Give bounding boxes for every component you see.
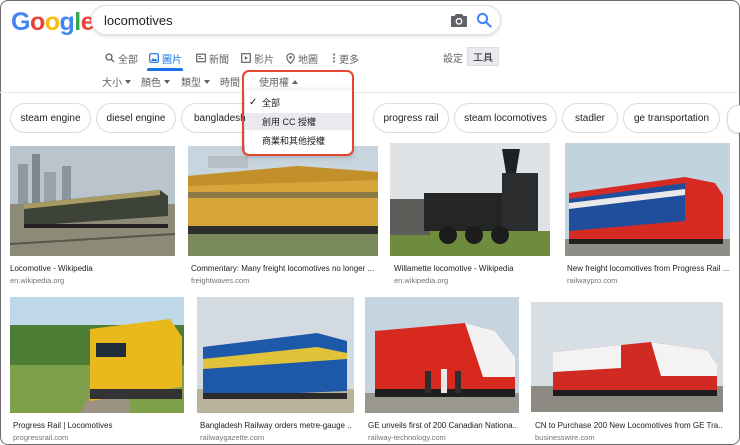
chip-steam-locomotives[interactable]: steam locomotives <box>454 103 557 133</box>
filter-size[interactable]: 大小 <box>102 74 131 89</box>
active-tab-indicator <box>147 68 183 71</box>
menu-item-all[interactable]: ✓ 全部 <box>245 94 352 111</box>
caret-down-icon <box>204 79 210 84</box>
tab-label: 圖片 <box>162 54 182 66</box>
filter-time[interactable]: 時間 <box>220 74 240 89</box>
filter-label: 時間 <box>220 78 240 89</box>
check-icon: ✓ <box>249 97 258 108</box>
header-divider <box>0 92 738 93</box>
tab-label: 影片 <box>254 54 274 66</box>
result-image[interactable] <box>10 297 184 413</box>
map-pin-icon <box>286 52 295 64</box>
tab-label: 更多 <box>339 54 359 66</box>
result-image[interactable] <box>188 146 378 256</box>
result-image[interactable] <box>531 302 723 412</box>
chip-progress-rail[interactable]: progress rail <box>373 103 449 133</box>
filter-label: 大小 <box>102 78 122 89</box>
result-source: en.wikipedia.org <box>10 276 65 285</box>
tab-all[interactable]: 全部 <box>105 50 138 66</box>
chip-ge-transportation[interactable]: ge transportation <box>623 103 720 133</box>
news-icon <box>196 53 206 63</box>
result-source: progressrail.com <box>13 433 69 442</box>
tab-more[interactable]: 更多 <box>332 50 359 66</box>
search-small-icon <box>105 53 115 63</box>
filter-color[interactable]: 顏色 <box>141 74 170 89</box>
menu-item-creative-commons[interactable]: 創用 CC 授權 <box>245 113 352 130</box>
chip-diesel-engine[interactable]: diesel engine <box>96 103 176 133</box>
usage-rights-menu: ✓ 全部 創用 CC 授權 商業和其他授權 <box>245 90 352 154</box>
result-caption[interactable]: Locomotive - Wikipedia <box>10 264 175 273</box>
tab-videos[interactable]: 影片 <box>241 50 274 66</box>
tab-label: 地圖 <box>298 54 318 66</box>
caret-up-icon <box>292 79 298 84</box>
menu-item-label: 創用 CC 授權 <box>262 117 317 127</box>
filter-label: 類型 <box>181 78 201 89</box>
caret-down-icon <box>125 79 131 84</box>
search-icon[interactable] <box>476 12 492 28</box>
result-caption[interactable]: Progress Rail | Locomotives <box>13 421 183 430</box>
search-box[interactable] <box>91 5 501 35</box>
search-input[interactable] <box>104 11 434 29</box>
image-icon <box>149 53 159 63</box>
filter-label: 顏色 <box>141 78 161 89</box>
tab-label: 全部 <box>118 54 138 66</box>
camera-icon[interactable] <box>450 12 468 28</box>
result-image[interactable] <box>10 146 175 256</box>
result-image[interactable] <box>390 143 550 256</box>
menu-item-commercial[interactable]: 商業和其他授權 <box>245 132 352 149</box>
result-caption[interactable]: CN to Purchase 200 New Locomotives from … <box>535 421 723 430</box>
result-image[interactable] <box>565 143 730 256</box>
result-source: railwaypro.com <box>567 276 618 285</box>
chip-stadler[interactable]: stadler <box>562 103 618 133</box>
result-source: railwaygazette.com <box>200 433 265 442</box>
result-caption[interactable]: GE unveils first of 200 Canadian Nationa… <box>368 421 518 430</box>
caret-down-icon <box>164 79 170 84</box>
result-image[interactable] <box>197 297 354 413</box>
result-caption[interactable]: Bangladesh Railway orders metre-gauge ..… <box>200 421 352 430</box>
tools-button[interactable]: 工具 <box>467 47 499 66</box>
result-image[interactable] <box>365 297 519 413</box>
filter-usage-rights[interactable]: 使用權 <box>259 74 298 89</box>
menu-item-label: 商業和其他授權 <box>262 136 326 146</box>
tab-label: 新聞 <box>209 54 229 66</box>
result-source: businesswire.com <box>535 433 595 442</box>
filter-type[interactable]: 類型 <box>181 74 210 89</box>
result-caption[interactable]: Commentary: Many freight locomotives no … <box>191 264 374 273</box>
more-vert-icon <box>333 53 335 63</box>
settings-link[interactable]: 設定 <box>443 50 463 65</box>
google-logo[interactable]: Google <box>11 8 95 37</box>
menu-item-label: 全部 <box>262 98 281 108</box>
result-source: en.wikipedia.org <box>394 276 449 285</box>
result-caption[interactable]: New freight locomotives from Progress Ra… <box>567 264 730 273</box>
filter-label: 使用權 <box>259 78 289 89</box>
tab-maps[interactable]: 地圖 <box>286 50 318 66</box>
result-source: railway-technology.com <box>368 433 446 442</box>
result-source: freightwaves.com <box>191 276 250 285</box>
chips-scroll-button[interactable] <box>727 105 740 133</box>
video-icon <box>241 53 251 63</box>
chip-steam-engine[interactable]: steam engine <box>10 103 91 133</box>
tab-news[interactable]: 新聞 <box>196 50 229 66</box>
result-caption[interactable]: Willamette locomotive - Wikipedia <box>394 264 554 273</box>
tab-images[interactable]: 圖片 <box>149 50 182 66</box>
